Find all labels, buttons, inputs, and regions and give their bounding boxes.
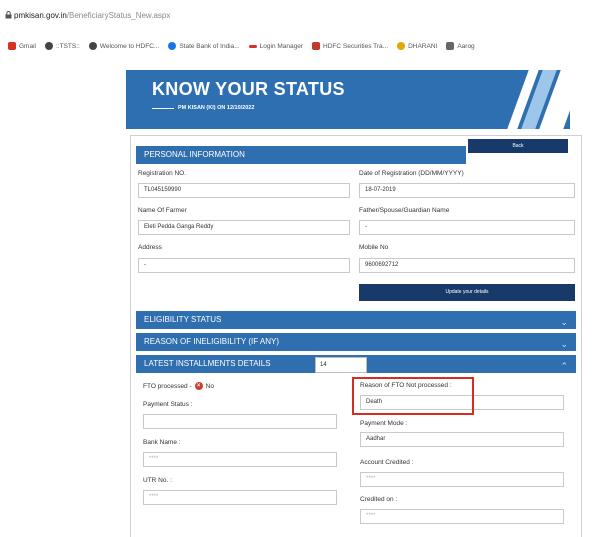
- account-credited-label: Account Credited :: [360, 459, 414, 466]
- bookmark-hdfc-welcome[interactable]: Welcome to HDFC...: [88, 42, 160, 50]
- bookmark-aarogya[interactable]: Aarog: [446, 42, 475, 50]
- credited-on-label: Credited on :: [360, 496, 398, 503]
- bookmark-label: Welcome to HDFC...: [99, 42, 160, 50]
- hdfc-icon: [312, 42, 321, 50]
- registration-no-field: TL045159990: [138, 183, 350, 198]
- personal-info-header: PERSONAL INFORMATION: [136, 146, 466, 164]
- back-button[interactable]: Back: [468, 139, 568, 153]
- bookmark-hdfc-securities[interactable]: HDFC Securities Tra...: [312, 42, 388, 50]
- fto-processed-value: No: [205, 382, 214, 390]
- login-manager-icon: [248, 44, 257, 48]
- bookmark-label: Aarog: [457, 42, 475, 50]
- mobile-field: 9600692712: [359, 258, 575, 273]
- globe-icon: [44, 42, 53, 50]
- installment-number-box[interactable]: 14: [315, 357, 367, 373]
- highlight-box: [352, 377, 474, 415]
- bookmark-label: ::TSTS::: [55, 42, 80, 50]
- fto-processed-status: FTO processed - × No: [143, 382, 214, 390]
- address-field: -: [138, 258, 350, 273]
- page-title: KNOW YOUR STATUS: [152, 79, 345, 99]
- utr-label: UTR No. :: [143, 477, 172, 484]
- payment-status-field: [143, 414, 337, 429]
- chevron-down-icon: ⌄: [560, 317, 568, 327]
- sbi-icon: [168, 42, 177, 50]
- chevron-down-icon: ⌄: [560, 339, 568, 349]
- farmer-name-field: Eleti Pedda Ganga Reddy: [138, 220, 350, 235]
- address-bar[interactable]: pmkisan.gov.in/BeneficiaryStatus_New.asp…: [0, 0, 598, 34]
- bookmark-label: Login Manager: [259, 42, 304, 50]
- globe-icon: [88, 42, 97, 50]
- ineligibility-reason-header[interactable]: REASON OF INELIGIBILITY (IF ANY) ⌄: [136, 333, 576, 351]
- mobile-label: Mobile No: [359, 244, 389, 251]
- bookmark-dharani[interactable]: DHARANI: [397, 42, 437, 50]
- bookmark-label: DHARANI: [408, 42, 438, 50]
- chevron-up-icon: ⌃: [560, 361, 568, 371]
- url-text: pmkisan.gov.in/BeneficiaryStatus_New.asp…: [14, 11, 170, 20]
- bookmark-login-manager[interactable]: Login Manager: [248, 42, 304, 50]
- aarogya-icon: [446, 42, 455, 50]
- account-credited-field: ****: [360, 472, 564, 487]
- eligibility-status-title: ELIGIBILITY STATUS: [144, 315, 222, 324]
- credited-on-field: ****: [360, 509, 564, 524]
- payment-mode-field: Aadhar: [360, 432, 564, 447]
- bookmark-label: State Bank of India...: [179, 42, 240, 50]
- bookmarks-bar: Gmail ::TSTS:: Welcome to HDFC... State …: [0, 36, 598, 56]
- subtitle-rule: [152, 107, 174, 109]
- farmer-name-label: Name Of Farmer: [138, 207, 187, 214]
- bookmark-label: HDFC Securities Tra...: [323, 42, 389, 50]
- payment-mode-label: Payment Mode :: [360, 420, 408, 427]
- registration-no-label: Registration NO.: [138, 170, 187, 177]
- latest-installments-title: LATEST INSTALLMENTS DETAILS: [144, 359, 271, 368]
- update-details-button[interactable]: Update your details: [359, 284, 575, 301]
- bank-name-field: ****: [143, 452, 337, 467]
- registration-date-label: Date of Registration (DD/MM/YYYY): [359, 170, 464, 177]
- url-host: pmkisan.gov.in: [14, 11, 67, 20]
- utr-field: ****: [143, 490, 337, 505]
- eligibility-status-header[interactable]: ELIGIBILITY STATUS ⌄: [136, 311, 576, 329]
- dharani-icon: [397, 42, 406, 50]
- father-name-field: -: [359, 220, 575, 235]
- know-your-status-banner: KNOW YOUR STATUS PM KISAN (KI) ON 12/10/…: [126, 70, 570, 129]
- lock-icon: [5, 11, 12, 19]
- gmail-icon: [8, 42, 16, 50]
- father-name-label: Father/Spouse/Guardian Name: [359, 207, 450, 214]
- registration-date-field: 18-07-2019: [359, 183, 575, 198]
- fto-processed-label: FTO processed -: [143, 382, 192, 390]
- bookmark-label: Gmail: [19, 42, 36, 50]
- address-label: Address: [138, 244, 162, 251]
- bank-name-label: Bank Name :: [143, 439, 181, 446]
- bookmark-gmail[interactable]: Gmail: [8, 42, 36, 50]
- url-path: /BeneficiaryStatus_New.aspx: [66, 11, 171, 20]
- bookmark-tsts[interactable]: ::TSTS::: [44, 42, 80, 50]
- bookmark-sbi[interactable]: State Bank of India...: [168, 42, 240, 50]
- banner-subtitle-text: PM KISAN (KI) ON 12/10/2022: [178, 105, 255, 111]
- cross-icon: ×: [194, 382, 203, 390]
- payment-status-label: Payment Status :: [143, 401, 193, 408]
- banner-subtitle: PM KISAN (KI) ON 12/10/2022: [152, 105, 254, 111]
- ineligibility-reason-title: REASON OF INELIGIBILITY (IF ANY): [144, 337, 279, 346]
